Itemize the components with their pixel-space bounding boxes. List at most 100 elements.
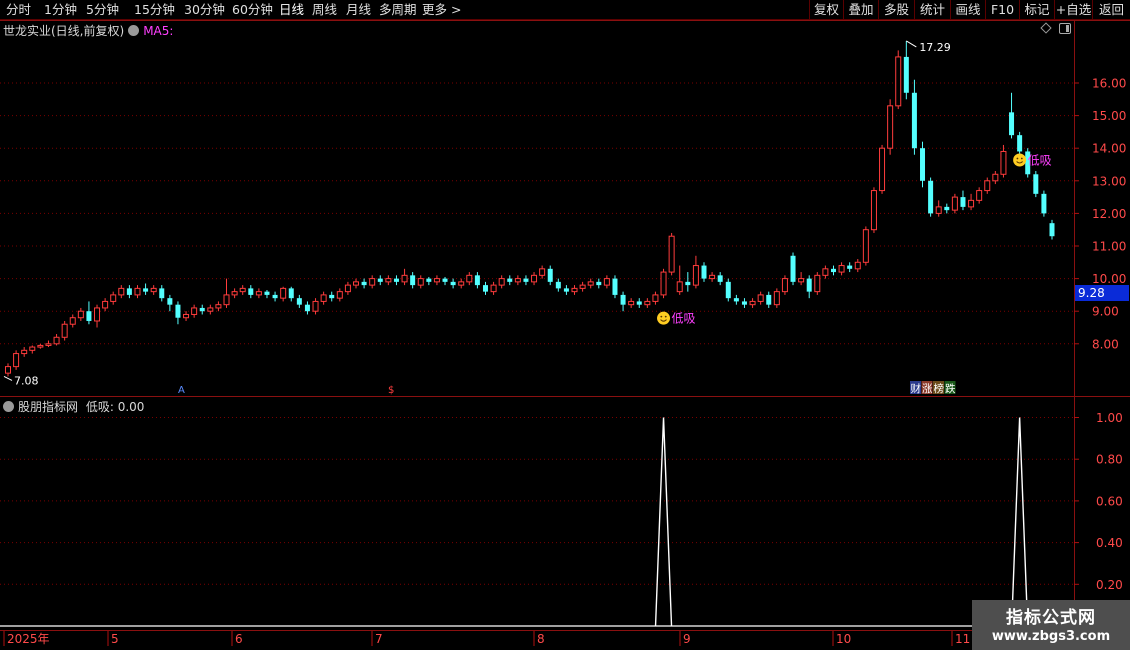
candle-body-down [1017,135,1023,152]
candle-body-up [879,147,886,192]
signal-smiley-icon [657,311,671,325]
candle-body-up [29,346,36,351]
event-marker-label: 榜 [934,382,945,395]
indicator-y-label: 0.80 [1096,453,1123,467]
candle-body-down [86,311,92,321]
candle-body-down [248,288,254,295]
candle-body-up [838,265,845,273]
candle-body-down [1041,193,1047,214]
candle-body-up [951,196,958,211]
candle-body-down [175,304,181,318]
candle-body-up [37,344,44,348]
candle-body-up [676,281,683,293]
candle-body-up [134,287,141,296]
indicator-y-label: 0.40 [1096,536,1123,550]
candle-body-up [102,300,109,309]
candle-body-down [410,275,416,286]
kline-chart[interactable]: 16.00 15.00 14.00 13.00 12.00 11.00 10.00 9.00 8… [0,0,1130,650]
candle-body-down [733,298,739,302]
candle-body-down [393,278,399,282]
candle-body-up [692,265,699,286]
time-label: 5 [111,632,119,646]
candle-body-up [895,56,902,107]
candle-body-up [61,323,68,338]
candle-body-up [69,317,76,325]
candle-body-up [353,281,359,286]
candle-body-up [312,300,319,312]
candle-body-up [53,336,60,345]
high-marker-arrow [906,40,917,48]
candle-body-up [798,278,805,283]
candle-body-down [426,278,432,282]
low-marker-label: 7.08 [14,374,39,387]
candle-body-up [539,268,546,276]
smiley-eye [660,315,663,318]
candle-body-up [968,199,975,208]
low-marker-arrow [3,375,13,381]
candle-body-down [547,268,553,282]
candle-body-down [304,304,310,312]
candle-body-down [685,281,691,286]
price-label: 8.00 [1092,337,1119,351]
candle-body-down [563,288,569,292]
candle-body-down [482,285,488,292]
time-label: 11 [955,632,970,646]
candle-body-down [167,298,173,305]
candle-body-up [773,291,780,306]
candle-body-up [498,278,505,286]
time-label: 9 [683,632,691,646]
candle-body-up [781,278,788,293]
candle-body-up [854,261,861,270]
candle-body-up [466,274,473,283]
event-marker-label: 跌 [945,382,956,395]
candle-body-up [191,307,198,315]
candle-body-up [150,287,157,293]
candle-body-up [280,287,287,299]
candle-body-up [531,274,538,283]
price-label: 13.00 [1092,174,1126,188]
candle-body-up [668,235,675,273]
candle-body-down [911,92,917,149]
indicator-y-label: 1.00 [1096,411,1123,425]
candle-body-up [587,281,594,286]
candle-body-down [596,281,602,286]
candle-body-down [361,281,367,286]
candle-body-up [45,343,52,346]
candle-body-up [231,291,238,296]
candle-body-up [223,294,230,306]
candle-body-up [1000,150,1007,175]
candle-body-up [320,294,327,302]
candle-body-down [620,294,626,305]
candle-body-down [474,275,480,286]
candle-body-down [507,278,513,282]
candle-body-down [903,56,909,93]
candle-body-down [741,301,747,305]
candle-body-up [239,287,246,293]
smiley-eye [1020,157,1023,160]
candle-body-down [612,278,618,295]
candle-body-down [1033,174,1039,194]
candle-body-up [603,278,610,286]
smiley-face [657,311,671,325]
candle-body-up [5,366,11,374]
candle-body-up [976,190,983,201]
candle-body-up [94,307,101,322]
candle-body-down [272,294,278,299]
price-label: 12.00 [1092,207,1126,221]
candle-body-up [344,284,351,293]
candle-body-up [749,300,756,306]
candle-body-up [207,307,214,312]
event-marker-label: 涨 [922,383,933,395]
high-marker-label: 17.29 [919,41,951,54]
candle-body-down [523,278,529,282]
candle-body-up [255,291,262,296]
candle-body-down [288,288,294,299]
candle-body-down [199,307,205,312]
candle-body-up [992,173,999,182]
time-label: 7 [375,632,383,646]
candle-body-up [757,294,764,302]
price-label: 10.00 [1092,272,1126,286]
candle-body-up [215,304,222,309]
mini-marker-a: A [178,385,185,396]
candle-body-down [450,281,456,286]
